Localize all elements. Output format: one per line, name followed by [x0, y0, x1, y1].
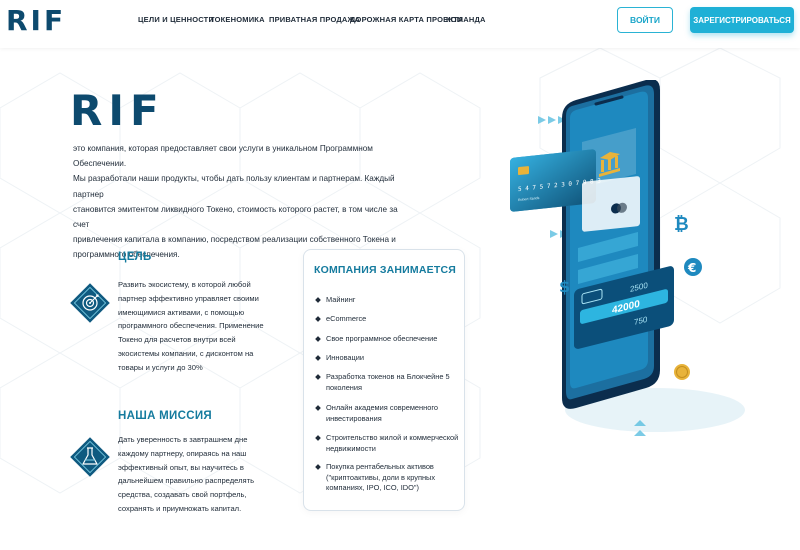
- euro-icon: €: [684, 258, 702, 276]
- goal-line: имеющимися активами, с помощью: [118, 307, 245, 317]
- list-item-text: Майнинг: [326, 295, 356, 304]
- bullet-icon: [315, 297, 321, 303]
- nav-goals-values[interactable]: ЦЕЛИ И ЦЕННОСТИ: [138, 15, 214, 24]
- goal-description: Развить экосистему, в которой любой парт…: [118, 278, 278, 375]
- list-item-text: eCommerce: [326, 314, 367, 323]
- bullet-icon: [315, 316, 321, 322]
- hero-line: Мы разработали наши продукты, чтобы дать…: [73, 174, 395, 199]
- list-item-text: Покупка рентабельных активов: [326, 462, 434, 471]
- goal-line: экосистемы компании, с дисконтом на: [118, 348, 254, 358]
- mission-line: средства, создавать свой портфель,: [118, 490, 247, 500]
- list-item-text: Свое программное обеспечение: [326, 334, 438, 343]
- login-button[interactable]: ВОЙТИ: [617, 7, 673, 33]
- svg-text:€: €: [687, 261, 696, 275]
- mission-line: Дать уверенность в завтрашнем дне: [118, 435, 248, 444]
- list-item-text: Инновации: [326, 353, 365, 362]
- bullet-icon: [315, 355, 321, 361]
- list-item: Свое программное обеспечение: [315, 334, 460, 345]
- list-item: Онлайн академия современного инвестирова…: [315, 403, 460, 424]
- list-item-text: Онлайн академия современного: [326, 403, 438, 412]
- list-item: Строительство жилой и коммерческой недви…: [315, 433, 460, 454]
- list-item: eCommerce: [315, 314, 460, 325]
- list-item-text: ("криптоактивы, доли в крупных: [326, 472, 436, 482]
- mission-title: НАША МИССИЯ: [118, 410, 212, 422]
- bullet-icon: [315, 435, 321, 441]
- goal-line: Развить экосистему, в которой любой: [118, 280, 251, 289]
- company-activities-card: КОМПАНИЯ ЗАНИМАЕТСЯ Майнинг eCommerce Св…: [303, 249, 465, 511]
- hero-line: становится эмитентом ликвидного Токено, …: [73, 204, 398, 230]
- goal-line: товары и услуги до 30%: [118, 362, 203, 372]
- target-icon: [70, 283, 110, 323]
- goal-title: ЦЕЛЬ: [118, 251, 152, 263]
- mission-line: сохранять и приумножать капитал.: [118, 503, 242, 513]
- mission-line: эффективный опыт, вы научитесь в: [118, 462, 244, 472]
- goal-line: программного обеспечения. Применение: [118, 321, 264, 331]
- mission-line: каждому партнеру, опираясь на наш: [118, 448, 247, 458]
- list-item-text: компаниях, IPO, ICO, IDO"): [326, 483, 419, 492]
- nav-tokenomics[interactable]: ТОКЕНОМИКА: [210, 15, 265, 24]
- list-item-text: Строительство жилой и коммерческой: [326, 433, 459, 442]
- bullet-icon: [315, 464, 321, 470]
- list-item: Покупка рентабельных активов ("криптоакт…: [315, 462, 460, 494]
- list-item: Инновации: [315, 353, 460, 364]
- goal-line: партнер эффективно управляет своими: [118, 293, 259, 303]
- bullet-icon: [315, 405, 321, 411]
- list-item: Разработка токенов на Блокчейне 5 поколе…: [315, 372, 460, 393]
- phone-illustration: 5 4 7 5 7 2 3 0 7 9 8 3 Robert Sands 250…: [510, 80, 745, 436]
- nav-team[interactable]: КОМАНДА: [446, 15, 486, 24]
- bullet-icon: [315, 374, 321, 380]
- mission-description: Дать уверенность в завтрашнем дне каждом…: [118, 433, 278, 516]
- list-item: Майнинг: [315, 295, 460, 306]
- top-navigation-bar: RIF ЦЕЛИ И ЦЕННОСТИ ТОКЕНОМИКА ПРИВАТНАЯ…: [0, 0, 800, 48]
- hero-logo: RIF: [70, 86, 165, 135]
- bullet-icon: [315, 336, 321, 342]
- list-item-text: Разработка токенов на Блокчейне 5: [326, 372, 450, 381]
- list-item-text: инвестирования: [326, 413, 382, 423]
- bitcoin-icon: ₿: [674, 214, 689, 235]
- flask-icon: [70, 437, 110, 477]
- list-item-text: поколения: [326, 382, 363, 392]
- list-item-text: недвижимости: [326, 443, 376, 453]
- hero-line: это компания, которая предоставляет свои…: [73, 144, 373, 169]
- mission-line: дальнейшем правильно распределять: [118, 476, 255, 486]
- hero-line: привлечения капитала в компанию, посредс…: [73, 235, 396, 245]
- goal-line: Токено для расчетов внутри всей: [118, 335, 236, 345]
- nav-private-sale[interactable]: ПРИВАТНАЯ ПРОДАЖА: [269, 15, 360, 24]
- dollar-icon: $: [559, 277, 570, 296]
- hero-description: это компания, которая предоставляет свои…: [73, 141, 413, 263]
- register-button[interactable]: ЗАРЕГИСТРИРОВАТЬСЯ: [690, 7, 794, 33]
- company-activities-title: КОМПАНИЯ ЗАНИМАЕТСЯ: [313, 264, 456, 276]
- header-logo[interactable]: RIF: [6, 6, 66, 36]
